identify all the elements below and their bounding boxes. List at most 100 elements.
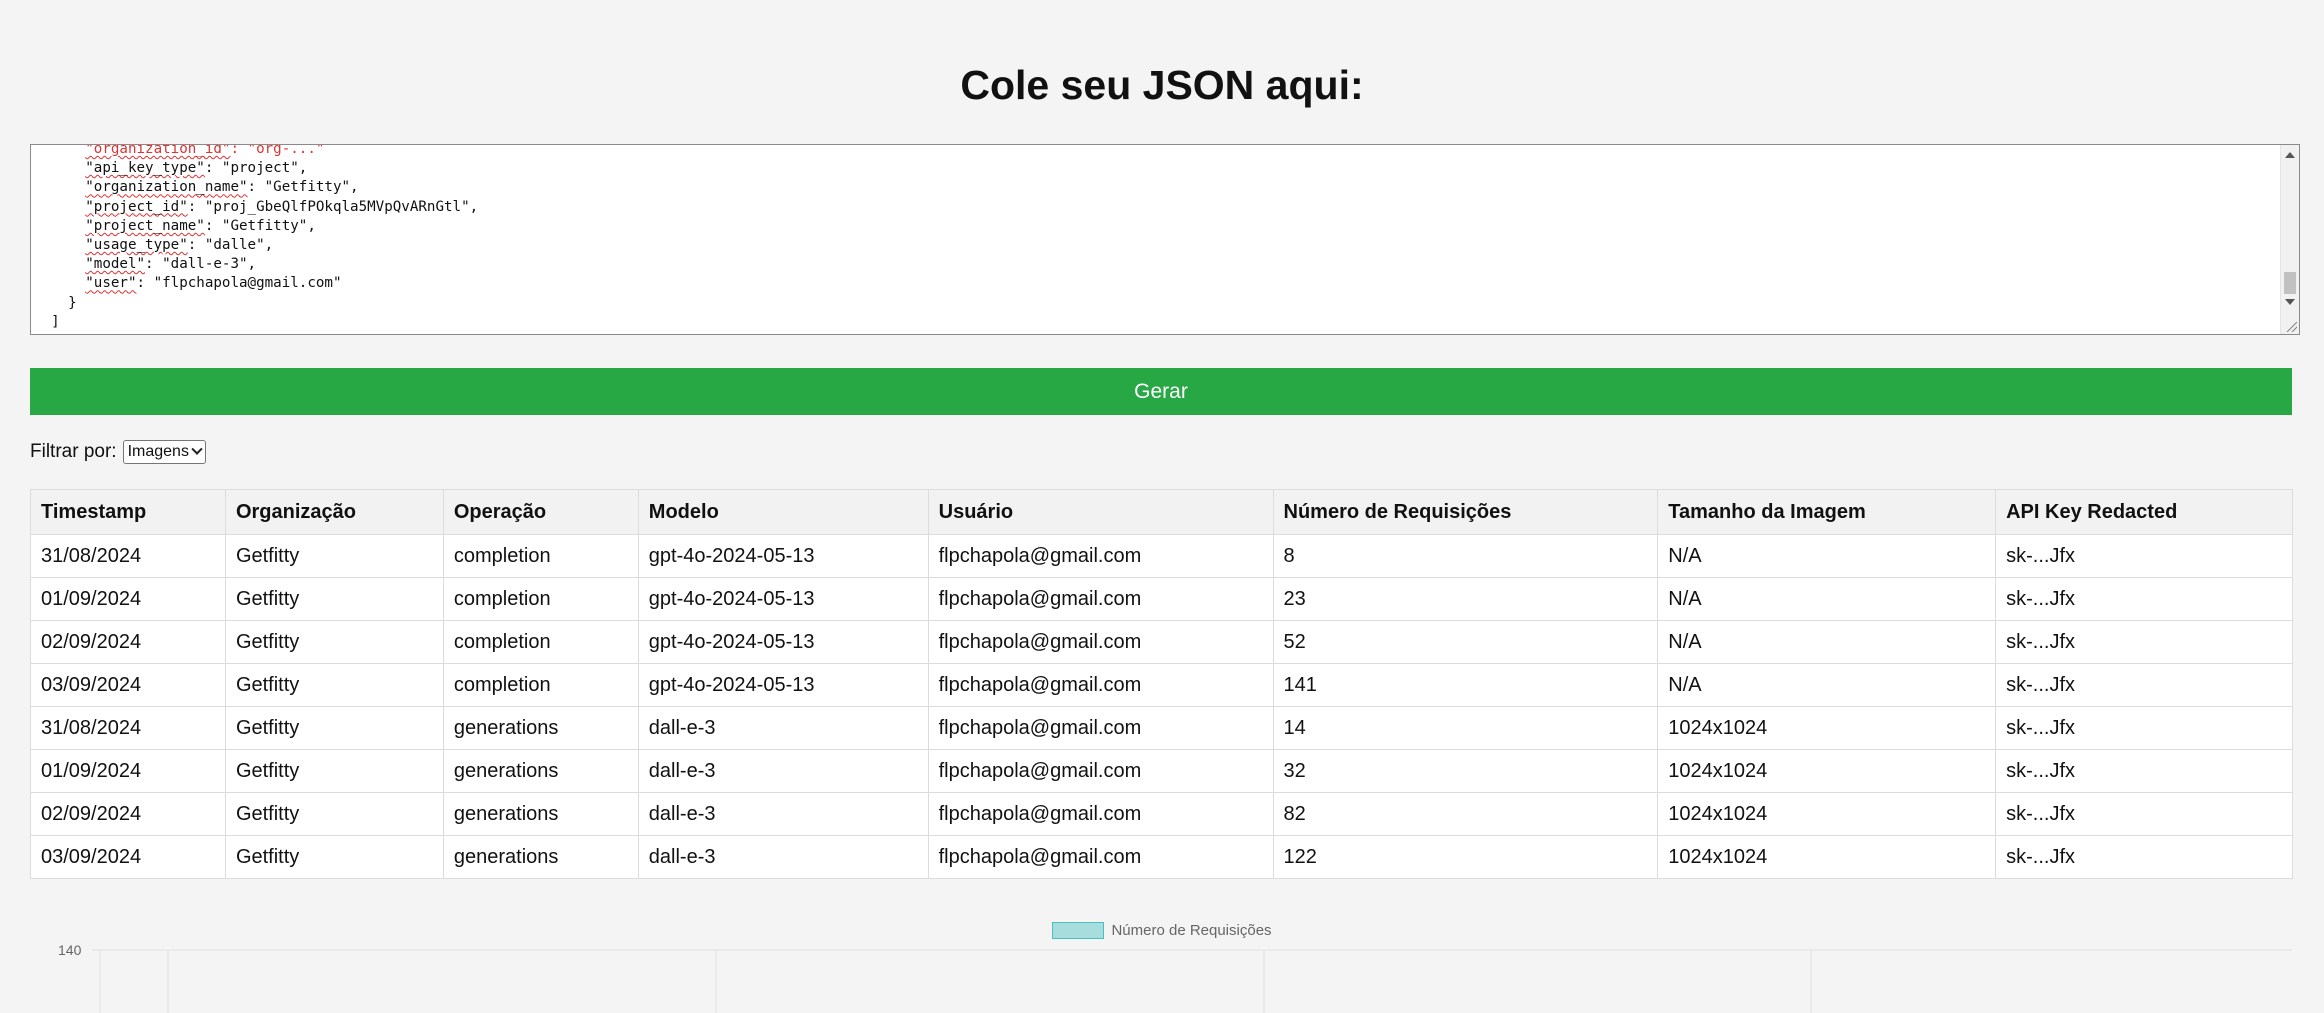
table-cell: flpchapola@gmail.com bbox=[927, 706, 1274, 750]
column-header: Modelo bbox=[637, 489, 929, 535]
table-body: 31/08/2024 Getfitty completion gpt-4o-2024-… bbox=[30, 534, 2293, 879]
table-cell: 1024x1024 bbox=[1657, 792, 1997, 836]
table-cell: 01/09/2024 bbox=[30, 749, 226, 793]
table-cell: N/A bbox=[1657, 534, 1997, 578]
filter-label: Filtrar por: bbox=[30, 441, 117, 462]
table-cell: sk-...Jfx bbox=[1995, 620, 2293, 664]
table-cell: flpchapola@gmail.com bbox=[927, 577, 1274, 621]
table-cell: sk-...Jfx bbox=[1995, 534, 2293, 578]
table-cell: completion bbox=[442, 620, 639, 664]
table-cell: Getfitty bbox=[224, 792, 444, 836]
json-line: ] bbox=[51, 313, 60, 330]
table-row: 03/09/2024 Getfitty completion gpt-4o-2024-… bbox=[30, 663, 2293, 707]
table-cell: flpchapola@gmail.com bbox=[927, 663, 1274, 707]
table-cell: Getfitty bbox=[224, 577, 444, 621]
json-key: "model" bbox=[85, 256, 146, 273]
table-cell: completion bbox=[442, 534, 639, 578]
scroll-down-icon[interactable] bbox=[2285, 299, 2295, 305]
table-cell: Getfitty bbox=[224, 663, 444, 707]
json-textarea-content[interactable]: "organization_id": "org-..." "api_key_ty… bbox=[34, 144, 479, 334]
json-key: "usage_type" bbox=[85, 237, 188, 254]
table-cell: sk-...Jfx bbox=[1995, 706, 2293, 750]
table-cell: completion bbox=[442, 663, 639, 707]
table-cell: 23 bbox=[1272, 577, 1659, 621]
table-cell: 52 bbox=[1272, 620, 1659, 664]
table-cell: 03/09/2024 bbox=[30, 835, 226, 879]
column-header: Operação bbox=[442, 489, 639, 535]
chart-grid bbox=[92, 949, 2292, 1013]
column-header: Organização bbox=[224, 489, 444, 535]
table-cell: 32 bbox=[1272, 749, 1659, 793]
table-cell: N/A bbox=[1657, 620, 1997, 664]
table-cell: 31/08/2024 bbox=[30, 706, 226, 750]
legend-swatch bbox=[1052, 922, 1105, 939]
table-cell: flpchapola@gmail.com bbox=[927, 749, 1274, 793]
json-key: "project_id" bbox=[85, 198, 188, 215]
json-line: "api_key_type": "project", bbox=[85, 160, 308, 177]
filter-select[interactable]: Imagens bbox=[122, 440, 206, 464]
generate-button[interactable]: Gerar bbox=[30, 368, 2292, 415]
json-line: "model": "dall-e-3", bbox=[85, 256, 257, 273]
json-line: "project_id": "proj_GbeQlfPOkqla5MVpQvAR… bbox=[85, 198, 479, 215]
table-cell: Getfitty bbox=[224, 835, 444, 879]
json-line: "user": "flpchapola@gmail.com" bbox=[85, 275, 342, 292]
resize-handle-icon[interactable] bbox=[2287, 322, 2297, 332]
table-cell: sk-...Jfx bbox=[1995, 792, 2293, 836]
json-line: "organization_id": "org-..." bbox=[34, 144, 324, 157]
table-cell: flpchapola@gmail.com bbox=[927, 835, 1274, 879]
scroll-up-icon[interactable] bbox=[2285, 152, 2295, 158]
json-line: } bbox=[68, 294, 77, 311]
column-header: Usuário bbox=[927, 489, 1274, 535]
table-cell: sk-...Jfx bbox=[1995, 577, 2293, 621]
table-cell: Getfitty bbox=[224, 749, 444, 793]
table-cell: gpt-4o-2024-05-13 bbox=[637, 663, 929, 707]
table-cell: flpchapola@gmail.com bbox=[927, 620, 1274, 664]
table-cell: 02/09/2024 bbox=[30, 620, 226, 664]
table-cell: 01/09/2024 bbox=[30, 577, 226, 621]
table-row: 02/09/2024 Getfitty completion gpt-4o-2024-… bbox=[30, 620, 2293, 664]
json-line: "project_name": "Getfitty", bbox=[85, 217, 316, 234]
table-cell: Getfitty bbox=[224, 534, 444, 578]
json-key: "organization_id" bbox=[85, 144, 231, 157]
table-row: 01/09/2024 Getfitty completion gpt-4o-2024-… bbox=[30, 577, 2293, 621]
json-line: } bbox=[34, 333, 43, 334]
page-title: Cole seu JSON aqui: bbox=[960, 62, 1364, 108]
json-textarea[interactable]: "organization_id": "org-..." "api_key_ty… bbox=[30, 144, 2300, 335]
table-cell: completion bbox=[442, 577, 639, 621]
table-cell: N/A bbox=[1657, 577, 1997, 621]
table-cell: 1024x1024 bbox=[1657, 835, 1997, 879]
table-cell: dall-e-3 bbox=[637, 749, 929, 793]
table-row: 01/09/2024 Getfitty generations dall-e-3 flp… bbox=[30, 749, 2293, 793]
table-cell: Getfitty bbox=[224, 706, 444, 750]
table-cell: 122 bbox=[1272, 835, 1659, 879]
table-cell: generations bbox=[442, 835, 639, 879]
table-row: 31/08/2024 Getfitty generations dall-e-3 flp… bbox=[30, 706, 2293, 750]
table-cell: flpchapola@gmail.com bbox=[927, 534, 1274, 578]
table-cell: dall-e-3 bbox=[637, 706, 929, 750]
table-cell: sk-...Jfx bbox=[1995, 749, 2293, 793]
table-cell: flpchapola@gmail.com bbox=[927, 792, 1274, 836]
table-cell: gpt-4o-2024-05-13 bbox=[637, 620, 929, 664]
chevron-down-icon bbox=[191, 443, 203, 455]
column-header: Timestamp bbox=[30, 489, 226, 535]
chart-legend[interactable]: Número de Requisições bbox=[0, 922, 2324, 939]
column-header: API Key Redacted bbox=[1995, 489, 2293, 535]
table-cell: 1024x1024 bbox=[1657, 706, 1997, 750]
table-cell: 82 bbox=[1272, 792, 1659, 836]
json-key: "project_name" bbox=[85, 217, 205, 234]
table-cell: gpt-4o-2024-05-13 bbox=[637, 534, 929, 578]
json-key: "user" bbox=[85, 275, 137, 292]
json-key: "api_key_type" bbox=[85, 160, 205, 177]
json-line: "usage_type": "dalle", bbox=[85, 237, 274, 254]
column-header: Número de Requisições bbox=[1272, 489, 1659, 535]
filter-selected-value: Imagens bbox=[127, 443, 189, 460]
column-header: Tamanho da Imagem bbox=[1657, 489, 1997, 535]
textarea-scrollbar[interactable] bbox=[2280, 145, 2299, 334]
filter-control: Filtrar por: Imagens bbox=[30, 440, 206, 464]
table-cell: 31/08/2024 bbox=[30, 534, 226, 578]
json-line: "organization_name": "Getfitty", bbox=[85, 179, 359, 196]
table-cell: 8 bbox=[1272, 534, 1659, 578]
table-cell: 02/09/2024 bbox=[30, 792, 226, 836]
usage-table: Timestamp Organização Operação Modelo Usuári… bbox=[30, 489, 2293, 879]
scrollbar-thumb[interactable] bbox=[2284, 272, 2296, 294]
